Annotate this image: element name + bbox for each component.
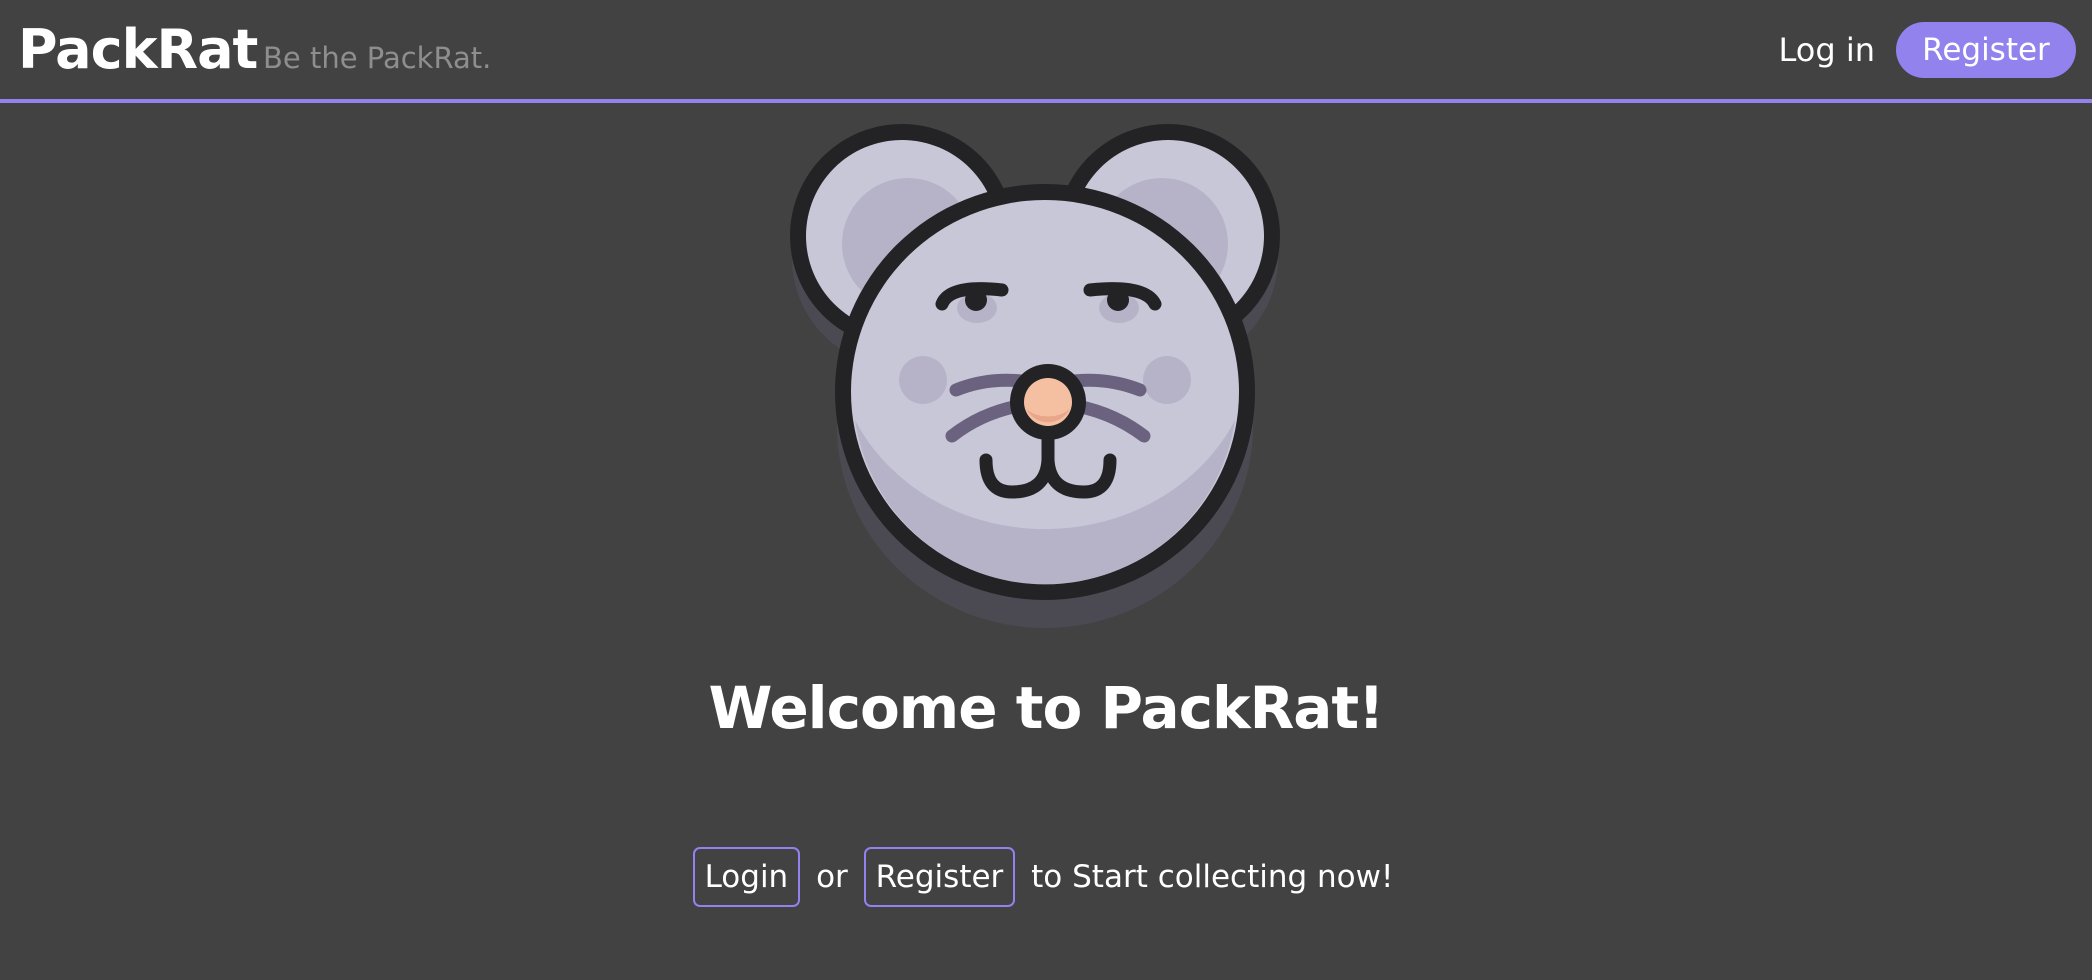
brand-tagline: Be the PackRat. (263, 41, 492, 75)
welcome-heading: Welcome to PackRat! (708, 674, 1384, 742)
nav-login-link[interactable]: Log in (1779, 30, 1876, 70)
nav-register-button[interactable]: Register (1896, 22, 2076, 78)
cta-login-button[interactable]: Login (692, 846, 801, 907)
cta-or-text: or (816, 858, 848, 895)
top-navbar: PackRat Be the PackRat. Log in Register (0, 0, 2092, 103)
call-to-action: Login or Register to Start collecting no… (0, 844, 2092, 908)
cta-register-button[interactable]: Register (863, 846, 1016, 907)
brand-logo-text[interactable]: PackRat (18, 18, 258, 82)
rat-face-icon (780, 120, 1310, 630)
cta-suffix-text: to Start collecting now! (1031, 858, 1394, 895)
